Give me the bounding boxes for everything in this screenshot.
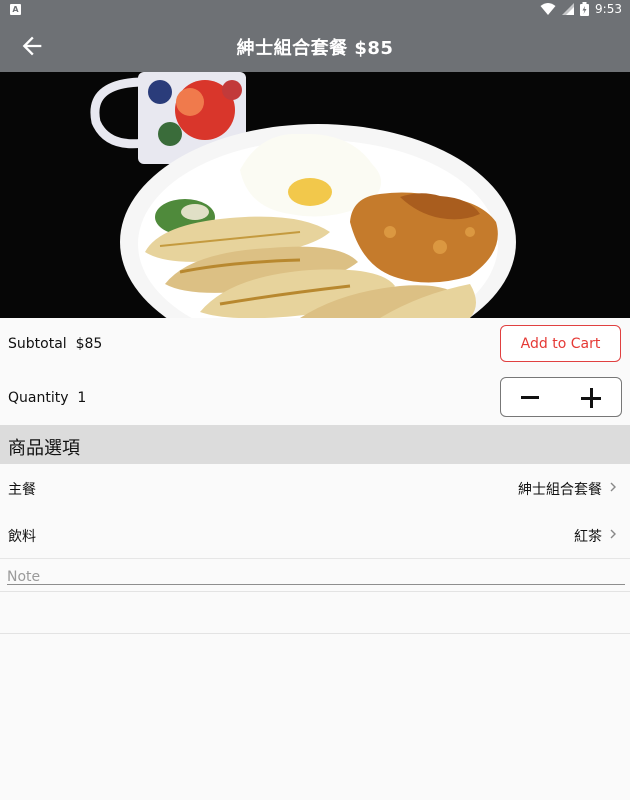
quantity-label: Quantity xyxy=(8,390,69,406)
subtotal-label: Subtotal xyxy=(8,336,67,352)
quantity-value: 1 xyxy=(77,390,87,406)
section-title: 商品選項 xyxy=(8,438,80,459)
product-image xyxy=(0,72,630,318)
options-section-header: 商品選項 xyxy=(0,425,630,464)
option-name: 主餐 xyxy=(8,482,36,498)
battery-icon xyxy=(580,2,590,16)
wifi-icon xyxy=(540,3,556,15)
divider xyxy=(0,591,630,592)
page-title: 紳士組合套餐 $85 xyxy=(236,38,394,59)
quantity-text: Quantity 1 xyxy=(8,390,86,406)
chevron-right-icon xyxy=(610,529,616,539)
minus-icon[interactable] xyxy=(521,396,539,399)
option-value: 紳士組合套餐 xyxy=(518,482,602,498)
option-row-drink[interactable]: 飲料 紅茶 xyxy=(0,511,630,559)
app-bar: 紳士組合套餐 $85 xyxy=(0,20,630,72)
app-notification-icon: A xyxy=(10,4,21,15)
option-name: 飲料 xyxy=(8,529,36,545)
cell-signal-icon xyxy=(562,3,575,15)
status-icons: 9:53 xyxy=(540,2,622,16)
plus-icon[interactable] xyxy=(581,388,601,408)
option-row-main[interactable]: 主餐 紳士組合套餐 xyxy=(0,464,630,512)
note-input[interactable] xyxy=(7,569,625,585)
quantity-stepper xyxy=(500,377,622,417)
subtotal-value: $85 xyxy=(75,336,103,352)
clock: 9:53 xyxy=(595,2,622,16)
note-field-wrapper xyxy=(7,566,625,585)
status-bar: A 9:53 xyxy=(0,0,630,20)
option-value: 紅茶 xyxy=(574,529,602,545)
meal-photo xyxy=(0,72,630,318)
chevron-right-icon xyxy=(610,482,616,492)
add-to-cart-button[interactable]: Add to Cart xyxy=(500,325,621,362)
divider xyxy=(0,633,630,634)
subtotal-text: Subtotal $85 xyxy=(8,336,102,352)
